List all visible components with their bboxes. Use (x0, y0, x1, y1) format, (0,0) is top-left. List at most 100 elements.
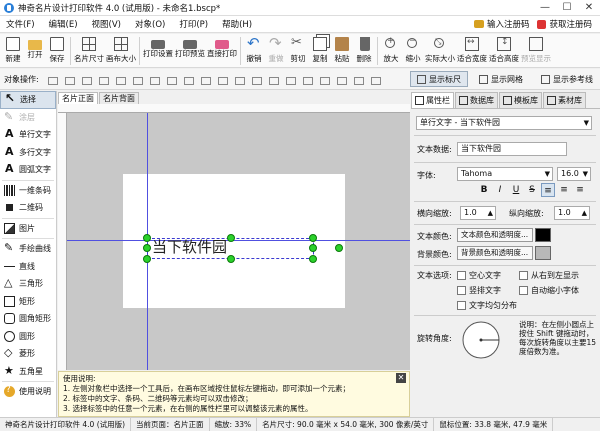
tab-database[interactable]: 数据库 (455, 92, 498, 108)
align-center-icon[interactable]: ≡ (557, 183, 571, 197)
v-scale-input[interactable]: 1.0 ▲ (554, 206, 590, 220)
resize-handle-top[interactable] (227, 234, 235, 242)
canvas-size-button[interactable]: 画布大小 (105, 34, 137, 68)
align-left-icon[interactable] (44, 73, 59, 86)
tool-line[interactable]: 直线 (0, 258, 56, 276)
resize-handle-tr[interactable] (309, 234, 317, 242)
tool-rect[interactable]: 矩形 (0, 293, 56, 311)
actual-size-button[interactable]: 实际大小 (424, 34, 456, 68)
print-preview-button[interactable]: 打印预览 (174, 34, 206, 68)
bg-color-button[interactable]: 背景颜色和透明度... (457, 246, 533, 260)
tool-multi-text[interactable]: 多行文字 (0, 144, 56, 162)
tab-properties[interactable]: 属性栏 (411, 92, 454, 108)
menu-object[interactable]: 对象(O) (129, 18, 173, 30)
tool-brush[interactable]: 涂层 (0, 109, 56, 127)
tab-materials[interactable]: 素材库 (543, 92, 586, 108)
design-canvas[interactable]: 当下软件园 (67, 113, 410, 370)
flip-icon[interactable] (350, 73, 365, 86)
tool-triangle[interactable]: 三角形 (0, 275, 56, 293)
rtl-checkbox[interactable]: 从右到左显示 (519, 270, 579, 281)
tool-barcode[interactable]: 一维条码 (0, 182, 56, 200)
h-scale-input[interactable]: 1.0 ▲ (460, 206, 496, 220)
tool-diamond[interactable]: 菱形 (0, 345, 56, 363)
rotate-handle[interactable] (335, 244, 343, 252)
rotation-dial[interactable] (461, 320, 501, 360)
vertical-text-checkbox[interactable]: 竖排文字 (457, 285, 501, 296)
close-button[interactable]: ✕ (578, 2, 600, 13)
tool-select[interactable]: 选择 (0, 91, 56, 109)
h-center-icon[interactable] (282, 73, 297, 86)
save-button[interactable]: 保存 (46, 34, 68, 68)
show-ruler-toggle[interactable]: 显示标尺 (410, 71, 468, 87)
undo-button[interactable]: 撤销 (243, 34, 265, 68)
tool-arc-text[interactable]: 圆弧文字 (0, 161, 56, 179)
text-color-swatch[interactable] (535, 228, 551, 242)
show-grid-toggle[interactable]: 显示网格 (472, 71, 530, 87)
underline-button[interactable]: U (509, 183, 523, 197)
font-size-select[interactable]: 16.0 ▼ (557, 167, 591, 181)
resize-handle-right[interactable] (309, 244, 317, 252)
align-top-icon[interactable] (95, 73, 110, 86)
menu-edit[interactable]: 编辑(E) (43, 18, 86, 30)
unlock-icon[interactable] (265, 73, 280, 86)
vertical-ruler[interactable] (58, 113, 67, 370)
tool-qrcode[interactable]: 二维码 (0, 199, 56, 217)
same-height-icon[interactable] (163, 73, 178, 86)
delete-button[interactable]: 删除 (353, 34, 375, 68)
lock-icon[interactable] (248, 73, 263, 86)
resize-handle-tl[interactable] (143, 234, 151, 242)
menu-view[interactable]: 视图(V) (86, 18, 129, 30)
align-middle-icon[interactable] (112, 73, 127, 86)
bg-color-swatch[interactable] (535, 246, 551, 260)
minimize-button[interactable]: — (534, 2, 556, 13)
card-size-button[interactable]: 名片尺寸 (73, 34, 105, 68)
text-element[interactable]: 当下软件园 (152, 236, 227, 257)
copy-button[interactable]: 复制 (309, 34, 331, 68)
maximize-button[interactable]: ☐ (556, 2, 578, 13)
print-settings-button[interactable]: 打印设置 (142, 34, 174, 68)
bold-button[interactable]: B (477, 183, 491, 197)
tool-image[interactable]: 图片 (0, 220, 56, 238)
show-guides-toggle[interactable]: 显示参考线 (534, 71, 600, 87)
redo-button[interactable]: 重做 (265, 34, 287, 68)
align-right-icon[interactable] (78, 73, 93, 86)
zoom-in-button[interactable]: 放大 (380, 34, 402, 68)
send-back-icon[interactable] (197, 73, 212, 86)
tab-card-back[interactable]: 名片背面 (99, 92, 139, 104)
cut-button[interactable]: 剪切 (287, 34, 309, 68)
props-icon[interactable] (367, 73, 382, 86)
tab-templates[interactable]: 模板库 (499, 92, 542, 108)
tool-ellipse[interactable]: 圆形 (0, 328, 56, 346)
paste-button[interactable]: 粘贴 (331, 34, 353, 68)
align-bottom-icon[interactable] (129, 73, 144, 86)
open-button[interactable]: 打开 (24, 34, 46, 68)
distribute-icon[interactable] (316, 73, 331, 86)
group-icon[interactable] (214, 73, 229, 86)
zoom-out-button[interactable]: 缩小 (402, 34, 424, 68)
resize-handle-bottom[interactable] (227, 255, 235, 263)
italic-button[interactable]: I (493, 183, 507, 197)
close-icon[interactable]: ✕ (396, 373, 406, 383)
fit-height-button[interactable]: 适合高度 (488, 34, 520, 68)
enter-register-code-button[interactable]: 输入注册码 (473, 18, 529, 30)
menu-file[interactable]: 文件(F) (0, 18, 43, 30)
ungroup-icon[interactable] (231, 73, 246, 86)
menu-help[interactable]: 帮助(H) (216, 18, 260, 30)
auto-shrink-checkbox[interactable]: 自动缩小字体 (519, 285, 579, 296)
hollow-text-checkbox[interactable]: 空心文字 (457, 270, 501, 281)
strikethrough-button[interactable]: S (525, 183, 539, 197)
new-button[interactable]: 新建 (2, 34, 24, 68)
tool-single-text[interactable]: 单行文字 (0, 126, 56, 144)
tool-help[interactable]: 使用说明 (0, 383, 56, 401)
tool-freehand[interactable]: 手绘曲线 (0, 240, 56, 258)
tab-card-front[interactable]: 名片正面 (58, 92, 98, 104)
tool-round-rect[interactable]: 圆角矩形 (0, 310, 56, 328)
text-color-button[interactable]: 文本颜色和透明度... (457, 228, 533, 242)
fit-width-button[interactable]: 适合宽度 (456, 34, 488, 68)
get-register-code-button[interactable]: 获取注册码 (537, 18, 592, 30)
bring-front-icon[interactable] (180, 73, 195, 86)
menu-print[interactable]: 打印(P) (173, 18, 216, 30)
resize-handle-br[interactable] (309, 255, 317, 263)
tool-star[interactable]: 五角星 (0, 363, 56, 381)
rotate-icon[interactable] (333, 73, 348, 86)
